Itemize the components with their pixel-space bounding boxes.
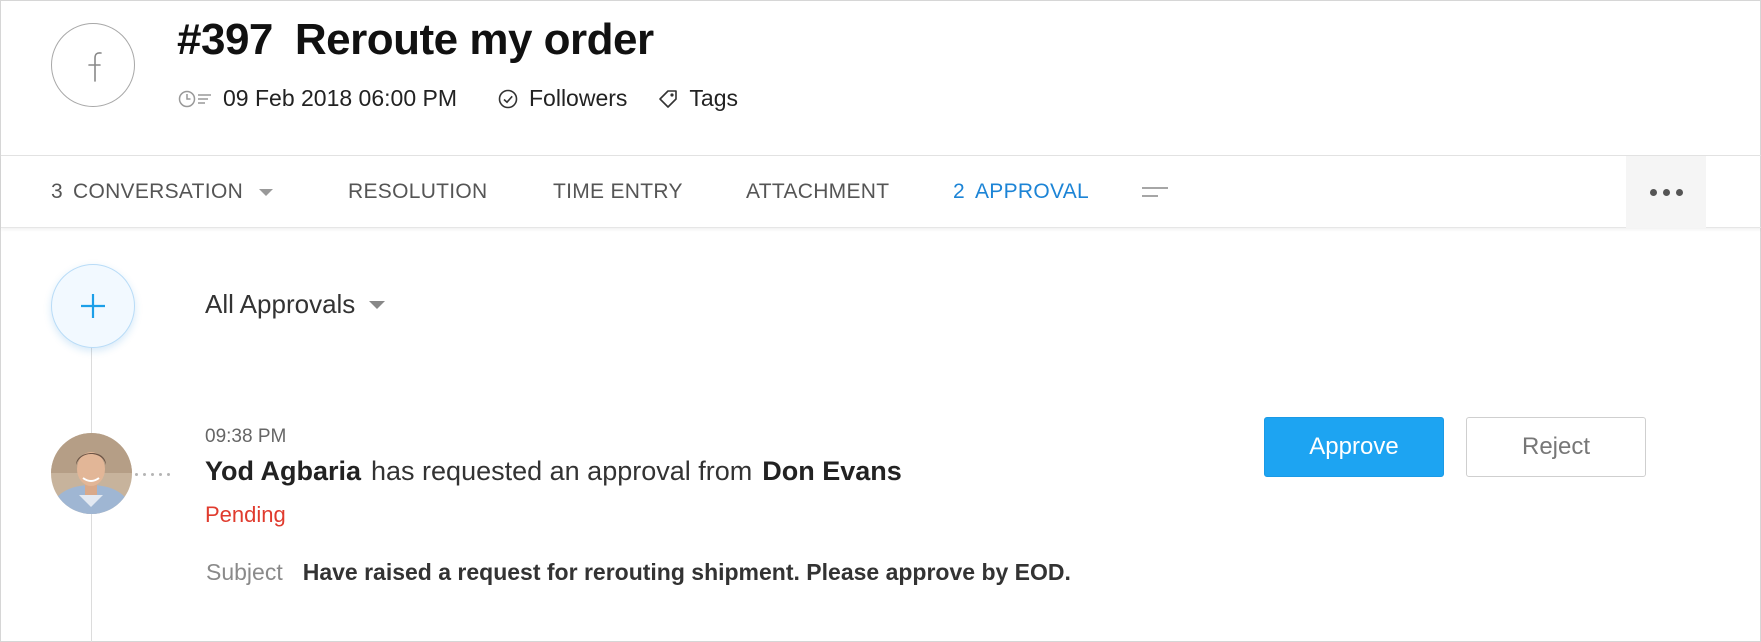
tags-button[interactable]: Tags xyxy=(657,85,738,112)
approver-name[interactable]: Don Evans xyxy=(762,456,902,487)
approval-request-text: Yod Agbaria has requested an approval fr… xyxy=(205,456,902,487)
ticket-title: #397 Reroute my order xyxy=(177,15,654,65)
check-circle-icon xyxy=(498,89,518,108)
plus-icon xyxy=(81,294,105,318)
more-dot xyxy=(1675,188,1683,196)
status-badge: Pending xyxy=(205,502,286,527)
tab-attachment[interactable]: ATTACHMENT xyxy=(746,156,889,228)
followers-label: Followers xyxy=(529,85,628,111)
tab-list-icon[interactable] xyxy=(1141,185,1169,204)
ticket-tabs: 3 CONVERSATION RESOLUTION TIME ENTRY ATT… xyxy=(1,156,1761,228)
add-approval-button[interactable] xyxy=(51,264,135,348)
tags-label: Tags xyxy=(689,85,739,111)
tab-count: 2 xyxy=(953,180,965,203)
subject-text: Have raised a request for rerouting ship… xyxy=(302,559,1071,585)
tab-label: CONVERSATION xyxy=(72,180,244,203)
ticket-number: #397 xyxy=(177,15,273,64)
approval-time: 09:38 PM xyxy=(205,426,287,447)
tab-time-entry[interactable]: TIME ENTRY xyxy=(553,156,683,228)
caret-down-icon xyxy=(369,300,386,309)
more-options-button[interactable] xyxy=(1626,156,1706,228)
ticket-date: 09 Feb 2018 06:00 PM xyxy=(177,85,457,112)
reject-button[interactable]: Reject xyxy=(1466,417,1646,477)
timeline-connector xyxy=(135,473,170,476)
tag-icon xyxy=(659,89,678,108)
tab-label: ATTACHMENT xyxy=(746,180,890,203)
chevron-down-icon[interactable] xyxy=(259,188,274,196)
tab-label: TIME ENTRY xyxy=(553,180,683,203)
subject-label: Subject xyxy=(206,559,283,585)
more-dot xyxy=(1649,188,1657,196)
tab-conversation[interactable]: 3 CONVERSATION xyxy=(51,156,274,228)
tab-label: APPROVAL xyxy=(974,180,1090,203)
followers-button[interactable]: Followers xyxy=(497,85,627,112)
ticket-date-text: 09 Feb 2018 06:00 PM xyxy=(223,85,457,111)
request-action-text: has requested an approval from xyxy=(371,456,753,486)
ticket-detail-panel: #397 Reroute my order 09 Feb 2018 06:00 … xyxy=(0,0,1761,642)
ticket-meta: 09 Feb 2018 06:00 PM Followers Tags xyxy=(177,85,738,112)
approve-button[interactable]: Approve xyxy=(1264,417,1444,477)
tab-label: RESOLUTION xyxy=(348,180,488,203)
ticket-header: #397 Reroute my order 09 Feb 2018 06:00 … xyxy=(1,1,1761,156)
requester-name[interactable]: Yod Agbaria xyxy=(205,456,361,487)
approval-subject: Subject Have raised a request for rerout… xyxy=(206,559,1071,586)
avatar xyxy=(51,433,132,514)
facebook-icon xyxy=(51,23,135,107)
tab-resolution[interactable]: RESOLUTION xyxy=(348,156,488,228)
ticket-subject: Reroute my order xyxy=(294,15,654,64)
more-dot xyxy=(1662,188,1670,196)
tab-count: 3 xyxy=(51,180,63,203)
due-clock-icon xyxy=(178,90,211,107)
approval-filter-dropdown[interactable]: All Approvals xyxy=(205,289,386,320)
tab-approval[interactable]: 2 APPROVAL xyxy=(953,156,1089,228)
approval-filter-label: All Approvals xyxy=(205,289,356,319)
